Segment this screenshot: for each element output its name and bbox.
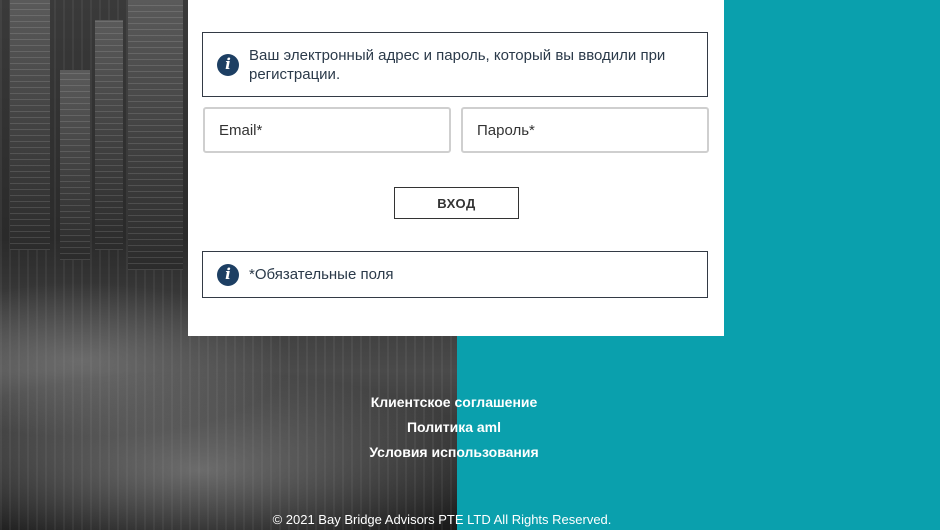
aml-policy-link[interactable]: Политика aml — [0, 415, 940, 440]
required-fields-text: *Обязательные поля — [249, 266, 394, 283]
email-input[interactable] — [203, 107, 451, 153]
background-building — [95, 20, 123, 250]
background-building — [60, 70, 90, 260]
copyright-text: © 2021 Bay Bridge Advisors PTE LTD All R… — [272, 512, 612, 527]
info-message-text: Ваш электронный адрес и пароль, который … — [249, 46, 666, 83]
client-agreement-link[interactable]: Клиентское соглашение — [0, 390, 940, 415]
background-building — [10, 0, 50, 250]
footer-links: Клиентское соглашение Политика aml Услов… — [0, 390, 940, 465]
info-icon: i — [217, 53, 239, 76]
required-fields-note: i *Обязательные поля — [202, 251, 708, 298]
terms-of-use-link[interactable]: Условия использования — [0, 440, 940, 465]
background-building — [128, 0, 183, 270]
login-card: i Ваш электронный адрес и пароль, которы… — [188, 0, 724, 336]
info-icon: i — [217, 263, 239, 286]
info-message: i Ваш электронный адрес и пароль, которы… — [202, 32, 708, 97]
password-input[interactable] — [461, 107, 709, 153]
login-button[interactable]: ВХОД — [394, 187, 519, 219]
